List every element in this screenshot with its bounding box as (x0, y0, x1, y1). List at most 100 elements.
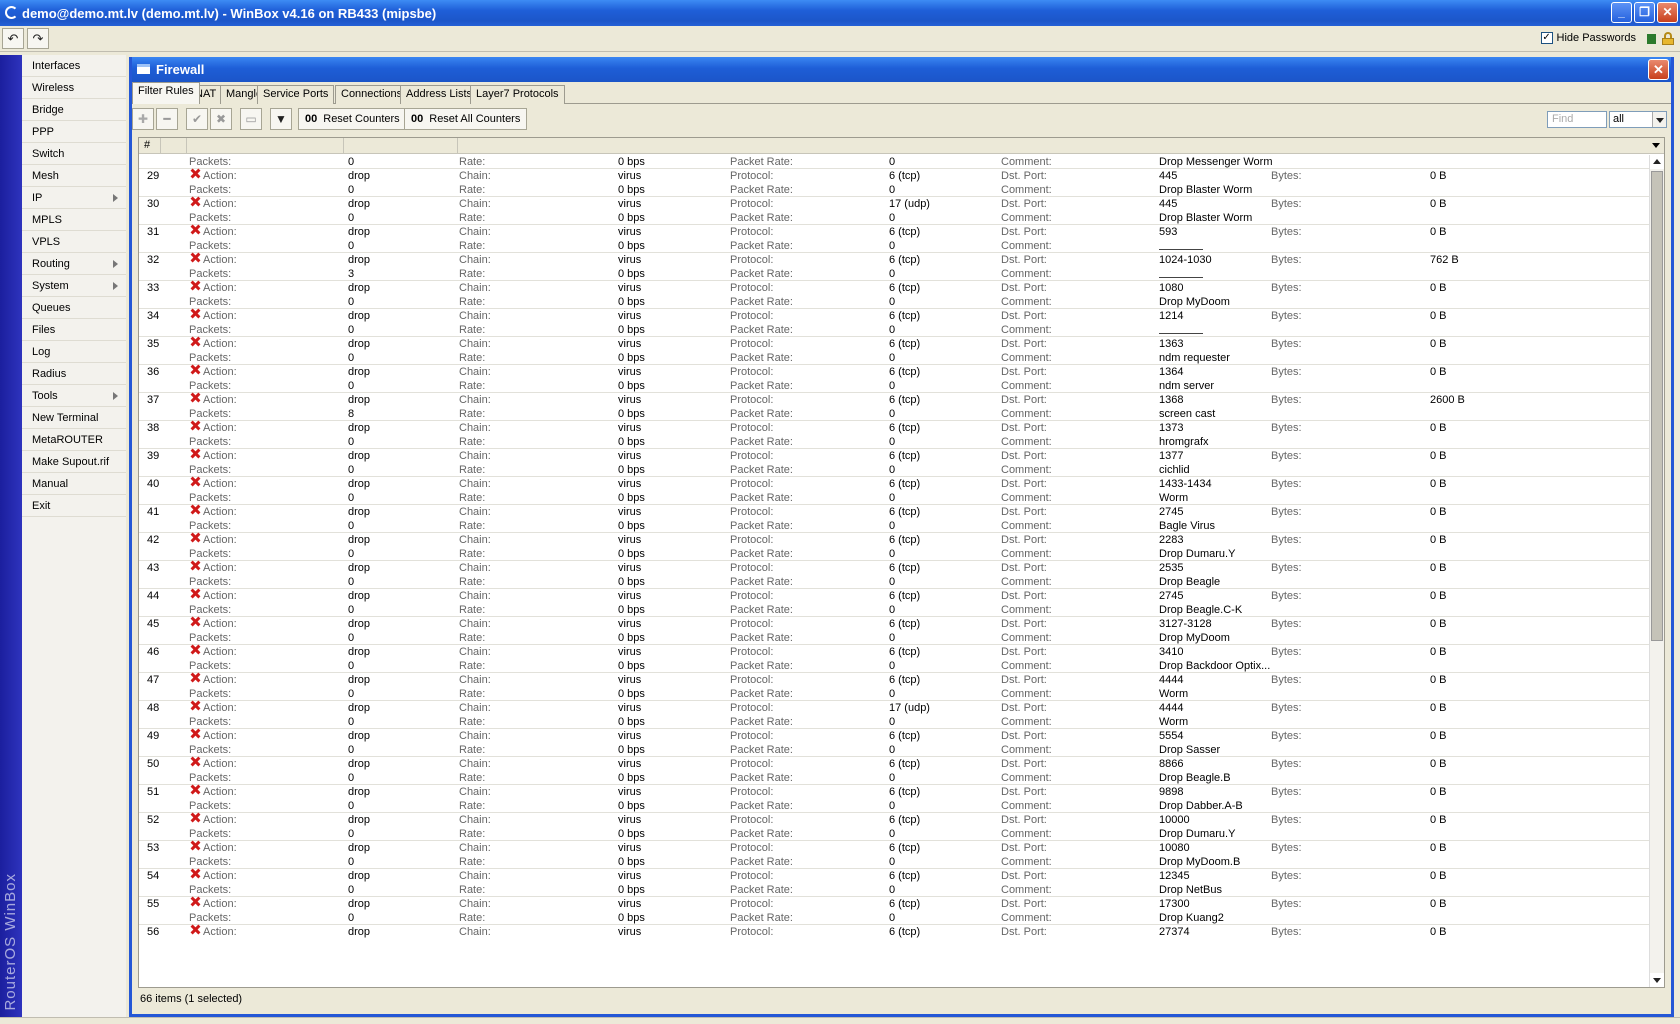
sidebar-item-vpls[interactable]: VPLS (22, 231, 126, 253)
table-row[interactable]: 32 Action: drop Chain: virus Protocol: 6 (tcp)… (139, 253, 1651, 267)
table-row-detail[interactable]: Packets: 0 Rate: 0 bps Packet Rate: 0 Comment:… (139, 379, 1651, 393)
scrollbar-thumb[interactable] (1651, 171, 1663, 641)
table-row-detail[interactable]: Packets: 0 Rate: 0 bps Packet Rate: 0 Comment:… (139, 911, 1651, 925)
table-row-detail[interactable]: Packets: 0 Rate: 0 bps Packet Rate: 0 Comment:… (139, 659, 1651, 673)
table-row[interactable]: 55 Action: drop Chain: virus Protocol: 6 (tcp)… (139, 897, 1651, 911)
table-row[interactable]: 29 Action: drop Chain: virus Protocol: 6 (tcp)… (139, 169, 1651, 183)
tab-connections[interactable]: Connections (335, 85, 409, 104)
scroll-up-icon[interactable] (1650, 155, 1664, 169)
hide-passwords-checkbox[interactable]: ✓ (1540, 32, 1553, 44)
maximize-button[interactable]: ❐ (1634, 2, 1655, 23)
minimize-button[interactable]: _ (1611, 2, 1632, 23)
disable-icon[interactable]: ✖ (210, 108, 232, 130)
table-row-detail[interactable]: Packets: 0 Rate: 0 bps Packet Rate: 0 Comment:… (139, 687, 1651, 701)
table-row[interactable]: 46 Action: drop Chain: virus Protocol: 6 (tcp)… (139, 645, 1651, 659)
table-row-detail[interactable]: Packets: 0 Rate: 0 bps Packet Rate: 0 Comment:… (139, 799, 1651, 813)
tab-service-ports[interactable]: Service Ports (257, 85, 335, 104)
firewall-title-bar[interactable]: Firewall ✕ (132, 57, 1671, 82)
table-row-detail[interactable]: Packets: 0 Rate: 0 bps Packet Rate: 0 Comment:… (139, 855, 1651, 869)
table-row[interactable]: 56 Action: drop Chain: virus Protocol: 6 (tcp)… (139, 925, 1651, 939)
table-row[interactable]: 53 Action: drop Chain: virus Protocol: 6 (tcp)… (139, 841, 1651, 855)
sidebar-item-make-supout-rif[interactable]: Make Supout.rif (22, 451, 126, 473)
tab-layer7-protocols[interactable]: Layer7 Protocols (470, 85, 565, 104)
table-row-detail[interactable]: Packets: 0 Rate: 0 bps Packet Rate: 0 Comment:… (139, 491, 1651, 505)
table-row-detail[interactable]: Packets: 0 Rate: 0 bps Packet Rate: 0 Comment:… (139, 295, 1651, 309)
tab-filter-rules[interactable]: Filter Rules (132, 82, 200, 104)
chevron-down-icon[interactable] (1652, 112, 1666, 127)
scroll-down-icon[interactable] (1650, 973, 1664, 987)
table-row[interactable]: 34 Action: drop Chain: virus Protocol: 6 (tcp)… (139, 309, 1651, 323)
table-row-detail[interactable]: Packets: 0 Rate: 0 bps Packet Rate: 0 Comment:… (139, 883, 1651, 897)
sidebar-item-mesh[interactable]: Mesh (22, 165, 126, 187)
sidebar-item-radius[interactable]: Radius (22, 363, 126, 385)
sidebar-item-mpls[interactable]: MPLS (22, 209, 126, 231)
table-row[interactable]: 39 Action: drop Chain: virus Protocol: 6 (tcp)… (139, 449, 1651, 463)
sidebar-item-system[interactable]: System (22, 275, 126, 297)
sidebar-item-routing[interactable]: Routing (22, 253, 126, 275)
table-row-detail[interactable]: Packets: 0 Rate: 0 bps Packet Rate: 0 Comment:… (139, 351, 1651, 365)
sidebar-item-log[interactable]: Log (22, 341, 126, 363)
table-row[interactable]: 43 Action: drop Chain: virus Protocol: 6 (tcp)… (139, 561, 1651, 575)
table-row-detail[interactable]: Packets: 0 Rate: 0 bps Packet Rate: 0 Comment:… (139, 463, 1651, 477)
hide-passwords-toggle[interactable]: ✓ Hide Passwords (1540, 32, 1636, 44)
sidebar-item-ppp[interactable]: PPP (22, 121, 126, 143)
table-row[interactable]: 35 Action: drop Chain: virus Protocol: 6 (tcp)… (139, 337, 1651, 351)
sidebar-item-queues[interactable]: Queues (22, 297, 126, 319)
add-icon[interactable]: ✚ (132, 108, 154, 130)
table-row[interactable]: 45 Action: drop Chain: virus Protocol: 6 (tcp)… (139, 617, 1651, 631)
column-header-flags[interactable] (161, 138, 187, 154)
table-row-detail[interactable]: Packets: 0 Rate: 0 bps Packet Rate: 0 Comment:… (139, 743, 1651, 757)
table-row-detail[interactable]: Packets: 0 Rate: 0 bps Packet Rate: 0 Comment:… (139, 183, 1651, 197)
app-title-bar[interactable]: demo@demo.mt.lv (demo.mt.lv) - WinBox v4… (0, 0, 1680, 26)
table-row[interactable]: 44 Action: drop Chain: virus Protocol: 6 (tcp)… (139, 589, 1651, 603)
column-header-2[interactable] (187, 138, 344, 154)
table-row[interactable]: 40 Action: drop Chain: virus Protocol: 6 (tcp)… (139, 477, 1651, 491)
comment-icon[interactable]: ▭ (240, 108, 262, 130)
close-firewall-button[interactable]: ✕ (1648, 59, 1669, 80)
close-window-button[interactable]: ✕ (1657, 2, 1678, 23)
table-row[interactable]: 48 Action: drop Chain: virus Protocol: 17 (udp… (139, 701, 1651, 715)
table-row[interactable]: 41 Action: drop Chain: virus Protocol: 6 (tcp)… (139, 505, 1651, 519)
table-row[interactable]: 52 Action: drop Chain: virus Protocol: 6 (tcp)… (139, 813, 1651, 827)
table-row-detail[interactable]: Packets: 0 Rate: 0 bps Packet Rate: 0 Comment:… (139, 519, 1651, 533)
table-row[interactable]: 30 Action: drop Chain: virus Protocol: 17 (udp… (139, 197, 1651, 211)
redo-icon[interactable]: ↷ (27, 28, 49, 49)
table-row[interactable]: 37 Action: drop Chain: virus Protocol: 6 (tcp)… (139, 393, 1651, 407)
sidebar-item-wireless[interactable]: Wireless (22, 77, 126, 99)
table-row[interactable]: 33 Action: drop Chain: virus Protocol: 6 (tcp)… (139, 281, 1651, 295)
reset-all-counters-button[interactable]: 00 Reset All Counters (404, 108, 528, 130)
table-row-detail[interactable]: Packets: 0 Rate: 0 bps Packet Rate: 0 Comment:… (139, 771, 1651, 785)
table-row-detail[interactable]: Packets: 0 Rate: 0 bps Packet Rate: 0 Comment:… (139, 435, 1651, 449)
table-row-detail[interactable]: Packets: 0 Rate: 0 bps Packet Rate: 0 Comment:… (139, 211, 1651, 225)
table-row[interactable]: 47 Action: drop Chain: virus Protocol: 6 (tcp)… (139, 673, 1651, 687)
table-row[interactable]: 31 Action: drop Chain: virus Protocol: 6 (tcp)… (139, 225, 1651, 239)
reset-counters-button[interactable]: 00 Reset Counters (298, 108, 407, 130)
table-row-detail[interactable]: Packets: 0 Rate: 0 bps Packet Rate: 0 Comment:… (139, 715, 1651, 729)
undo-icon[interactable]: ↶ (2, 28, 24, 49)
tab-address-lists[interactable]: Address Lists (400, 85, 479, 104)
column-header-3[interactable] (344, 138, 458, 154)
table-row[interactable]: 38 Action: drop Chain: virus Protocol: 6 (tcp)… (139, 421, 1651, 435)
table-row-detail[interactable]: Packets: 0 Rate: 0 bps Packet Rate: 0 Comment:… (139, 631, 1651, 645)
table-row-detail[interactable]: Packets: 0 Rate: 0 bps Packet Rate: 0 Comment:… (139, 547, 1651, 561)
sidebar-item-files[interactable]: Files (22, 319, 126, 341)
sidebar-item-interfaces[interactable]: Interfaces (22, 55, 126, 77)
columns-menu-icon[interactable] (1652, 143, 1660, 148)
table-row[interactable]: 42 Action: drop Chain: virus Protocol: 6 (tcp)… (139, 533, 1651, 547)
sidebar-item-exit[interactable]: Exit (22, 495, 126, 517)
column-header-number[interactable]: # (139, 138, 161, 154)
table-row[interactable]: 36 Action: drop Chain: virus Protocol: 6 (tcp)… (139, 365, 1651, 379)
table-row-partial[interactable]: Packets: 0 Rate: 0 bps Packet Rate: 0 Comment:… (139, 155, 1651, 169)
table-row-detail[interactable]: Packets: 0 Rate: 0 bps Packet Rate: 0 Comment: (139, 323, 1651, 337)
filter-icon[interactable]: ▼ (270, 108, 292, 130)
table-row[interactable]: 51 Action: drop Chain: virus Protocol: 6 (tcp)… (139, 785, 1651, 799)
filter-select[interactable]: all (1609, 111, 1667, 128)
table-row-detail[interactable]: Packets: 8 Rate: 0 bps Packet Rate: 0 Comment:… (139, 407, 1651, 421)
find-input[interactable]: Find (1547, 111, 1607, 128)
sidebar-item-ip[interactable]: IP (22, 187, 126, 209)
sidebar-item-new-terminal[interactable]: New Terminal (22, 407, 126, 429)
table-row[interactable]: 49 Action: drop Chain: virus Protocol: 6 (tcp)… (139, 729, 1651, 743)
sidebar-item-manual[interactable]: Manual (22, 473, 126, 495)
vertical-scrollbar[interactable] (1649, 155, 1664, 987)
table-row[interactable]: 54 Action: drop Chain: virus Protocol: 6 (tcp)… (139, 869, 1651, 883)
